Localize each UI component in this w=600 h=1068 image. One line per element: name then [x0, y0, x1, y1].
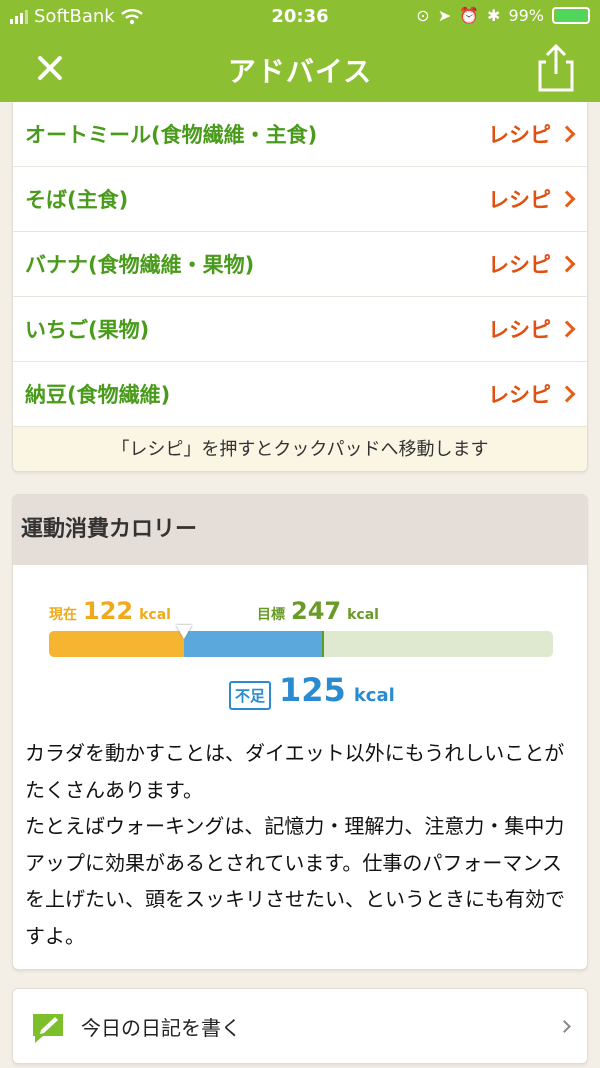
page-title: アドバイス — [227, 55, 373, 88]
chevron-right-icon — [558, 125, 576, 143]
current-calorie: 現在 122 kcal — [49, 597, 171, 625]
goal-value: 247 — [291, 597, 342, 625]
calorie-body: 現在 122 kcal 目標 247 kcal 不足 125 kcal カラダを… — [13, 565, 587, 969]
alarm-icon: ⏰ — [459, 6, 480, 25]
battery-percent: 99% — [508, 6, 544, 25]
current-value: 122 — [83, 597, 134, 625]
recipe-link[interactable]: レシピ — [488, 314, 576, 344]
orientation-lock-icon: ⊙ — [416, 6, 430, 25]
goal-unit: kcal — [347, 607, 379, 623]
chevron-right-icon — [558, 255, 576, 273]
current-fill — [49, 631, 185, 657]
recipe-row[interactable]: バナナ(食物繊維・果物) レシピ — [13, 232, 587, 297]
recipe-link[interactable]: レシピ — [488, 184, 576, 214]
goal-calorie: 目標 247 kcal — [257, 597, 379, 625]
advice-text: カラダを動かすことは、ダイエット以外にもうれしいことがたくさんあります。 たとえ… — [25, 741, 565, 948]
recipe-row[interactable]: 納豆(食物繊維) レシピ — [13, 362, 587, 427]
recipe-note: 「レシピ」を押すとクックパッドへ移動します — [13, 427, 587, 471]
battery-icon — [552, 7, 590, 24]
recipe-list-card: オートミール(食物繊維・主食) レシピ そば(主食) レシピ バナナ(食物繊維・… — [12, 102, 588, 472]
status-bar: SoftBank 20:36 ⊙ ➤ ⏰ ✱ 99% — [0, 0, 600, 34]
pencil-note-icon — [33, 1014, 63, 1043]
recipe-name: いちご(果物) — [25, 318, 150, 342]
recipe-row[interactable]: そば(主食) レシピ — [13, 167, 587, 232]
bluetooth-icon: ✱ — [487, 6, 501, 25]
diary-label: 今日の日記を書く — [81, 1015, 241, 1040]
location-icon: ➤ — [437, 6, 452, 25]
shortage-fill — [184, 631, 323, 657]
write-diary-button[interactable]: 今日の日記を書く — [12, 988, 588, 1064]
recipe-name: そば(主食) — [25, 188, 129, 212]
recipe-row[interactable]: いちご(果物) レシピ — [13, 297, 587, 362]
recipe-name: 納豆(食物繊維) — [25, 383, 171, 407]
shortage-value: 125 — [279, 671, 346, 709]
current-label: 現在 — [49, 607, 77, 623]
recipe-row[interactable]: オートミール(食物繊維・主食) レシピ — [13, 102, 587, 167]
shortage-unit: kcal — [353, 685, 395, 706]
share-button[interactable] — [534, 42, 578, 94]
recipe-name: バナナ(食物繊維・果物) — [25, 253, 255, 277]
calorie-progress-bar — [49, 631, 553, 657]
calorie-card: 運動消費カロリー 現在 122 kcal 目標 247 kcal 不足 125 … — [12, 494, 588, 970]
goal-label: 目標 — [257, 607, 285, 623]
app-header-bar: SoftBank 20:36 ⊙ ➤ ⏰ ✱ 99% アドバイス — [0, 0, 600, 102]
chevron-right-icon — [558, 190, 576, 208]
recipe-link[interactable]: レシピ — [488, 379, 576, 409]
calorie-title: 運動消費カロリー — [13, 495, 587, 565]
chevron-right-icon — [558, 1019, 571, 1033]
current-unit: kcal — [139, 607, 171, 623]
recipe-name: オートミール(食物繊維・主食) — [25, 123, 318, 147]
shortage-label: 不足 — [229, 681, 272, 710]
recipe-link[interactable]: レシピ — [488, 249, 576, 279]
header: アドバイス — [0, 34, 600, 102]
shortage-display: 不足 125 kcal — [229, 671, 395, 710]
status-right: ⊙ ➤ ⏰ ✱ 99% — [416, 6, 590, 25]
recipe-link[interactable]: レシピ — [488, 119, 576, 149]
goal-marker — [321, 631, 324, 657]
current-position-marker — [176, 625, 193, 639]
chevron-right-icon — [558, 320, 576, 338]
chevron-right-icon — [558, 385, 576, 403]
